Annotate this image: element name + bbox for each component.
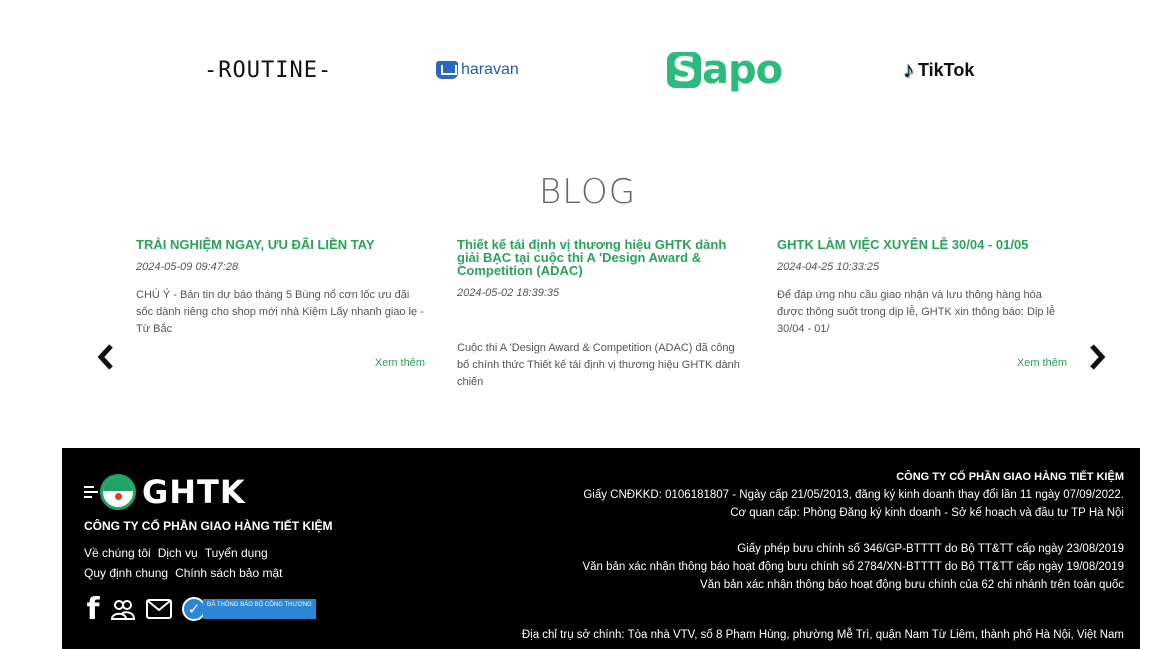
routine-logo[interactable]: -ROUTINE-	[204, 40, 332, 100]
mascot-icon	[100, 474, 136, 510]
blog-post-date: 2024-05-02 18:39:35	[457, 287, 560, 299]
branch-confirmation: Văn bản xác nhận thông báo hoạt động bưu…	[700, 579, 1124, 591]
business-license: Giấy CNĐKKD: 0106181807 - Ngày cấp 21/05…	[583, 489, 1124, 501]
group-icon[interactable]	[110, 595, 136, 623]
blog-post-excerpt: Cuộc thi A 'Design Award & Competition (…	[457, 342, 740, 388]
head-office-address: Địa chỉ trụ sở chính: Tòa nhà VTV, số 8 …	[521, 629, 1124, 641]
blog-post: Thiết kế tái định vị thương hiệu GHTK dà…	[457, 238, 749, 391]
footer-link-careers[interactable]: Tuyển dụng	[205, 546, 268, 560]
tiktok-logo-text: TikTok	[918, 59, 975, 80]
postal-license: Giấy phép bưu chính số 346/GP-BTTTT do B…	[737, 543, 1124, 555]
routine-logo-text: -ROUTINE-	[204, 57, 333, 83]
tiktok-note-icon: ♪	[903, 57, 914, 82]
badge-text: ĐÃ THÔNG BÁO BỘ CÔNG THƯƠNG	[203, 599, 316, 619]
blog-next-button[interactable]	[1087, 342, 1107, 372]
blog-post-title[interactable]: TRẢI NGHIỆM NGAY, ƯU ĐÃI LIỀN TAY	[136, 238, 428, 251]
verified-badge-icon[interactable]: ✓ ĐÃ THÔNG BÁO BỘ CÔNG THƯƠNG	[182, 595, 316, 623]
blog-post-date: 2024-04-25 10:33:25	[777, 261, 880, 273]
footer-legal-header: CÔNG TY CỔ PHẦN GIAO HÀNG TIẾT KIỆM	[896, 471, 1124, 483]
footer: GHTK CÔNG TY CỔ PHẦN GIAO HÀNG TIẾT KIỆM…	[62, 448, 1140, 649]
footer-link-privacy[interactable]: Chính sách bảo mật	[175, 566, 282, 580]
blog-post-title[interactable]: Thiết kế tái định vị thương hiệu GHTK dà…	[457, 238, 749, 277]
chevron-right-icon	[1090, 344, 1106, 370]
haravan-logo-text: haravan	[461, 61, 519, 78]
haravan-bag-icon	[436, 61, 458, 79]
footer-social: f ✓ ĐÃ THÔNG BÁO BỘ CÔNG THƯƠNG	[86, 592, 316, 627]
sapo-logo-text: apo	[702, 47, 783, 93]
blog-post: GHTK LÀM VIỆC XUYÊN LỄ 30/04 - 01/05 202…	[777, 238, 1069, 369]
chevron-left-icon	[97, 344, 113, 370]
mail-icon[interactable]	[146, 595, 172, 623]
blog-post-date: 2024-05-09 09:47:28	[136, 261, 239, 273]
license-issuer: Cơ quan cấp: Phòng Đăng ký kinh doanh - …	[730, 507, 1124, 519]
footer-legal: CÔNG TY CỔ PHẦN GIAO HÀNG TIẾT KIỆM Giấy…	[404, 468, 1124, 641]
read-more-link[interactable]: Xem thêm	[1017, 357, 1067, 369]
blog-post-title[interactable]: GHTK LÀM VIỆC XUYÊN LỄ 30/04 - 01/05	[777, 238, 1069, 251]
tiktok-logo[interactable]: ♪ TikTok	[903, 40, 974, 100]
speed-lines-icon	[84, 486, 98, 498]
sapo-logo[interactable]: Sapo	[667, 40, 783, 100]
ghtk-logo[interactable]: GHTK	[84, 470, 246, 514]
blog-post: TRẢI NGHIỆM NGAY, ƯU ĐÃI LIỀN TAY 2024-0…	[136, 238, 428, 369]
haravan-logo[interactable]: haravan	[436, 40, 519, 100]
blog-post-excerpt: CHÚ Ý - Bản tin dự báo tháng 5 Bùng nổ c…	[136, 289, 424, 335]
blog-post-excerpt: Để đáp ứng nhu cầu giao nhận và lưu thôn…	[777, 289, 1056, 335]
footer-link-about[interactable]: Về chúng tôi	[84, 546, 151, 560]
footer-link-services[interactable]: Dịch vụ	[158, 546, 198, 560]
postal-confirmation: Văn bản xác nhận thông báo hoạt động bưu…	[582, 561, 1124, 573]
ghtk-brand-text: GHTK	[142, 473, 246, 511]
footer-links: Về chúng tôi Dịch vụ Tuyển dụng Quy định c…	[84, 543, 344, 583]
blog-prev-button[interactable]	[96, 342, 116, 372]
partner-logos: -ROUTINE- haravan Sapo ♪ TikTok	[0, 40, 1175, 100]
footer-link-terms[interactable]: Quy định chung	[84, 566, 168, 580]
read-more-link[interactable]: Xem thêm	[375, 357, 425, 369]
sapo-s-mark: S	[667, 50, 701, 90]
blog-heading: BLOG	[538, 172, 637, 212]
footer-company-name: CÔNG TY CỔ PHẦN GIAO HÀNG TIẾT KIỆM	[84, 519, 333, 533]
facebook-icon[interactable]: f	[86, 592, 100, 627]
